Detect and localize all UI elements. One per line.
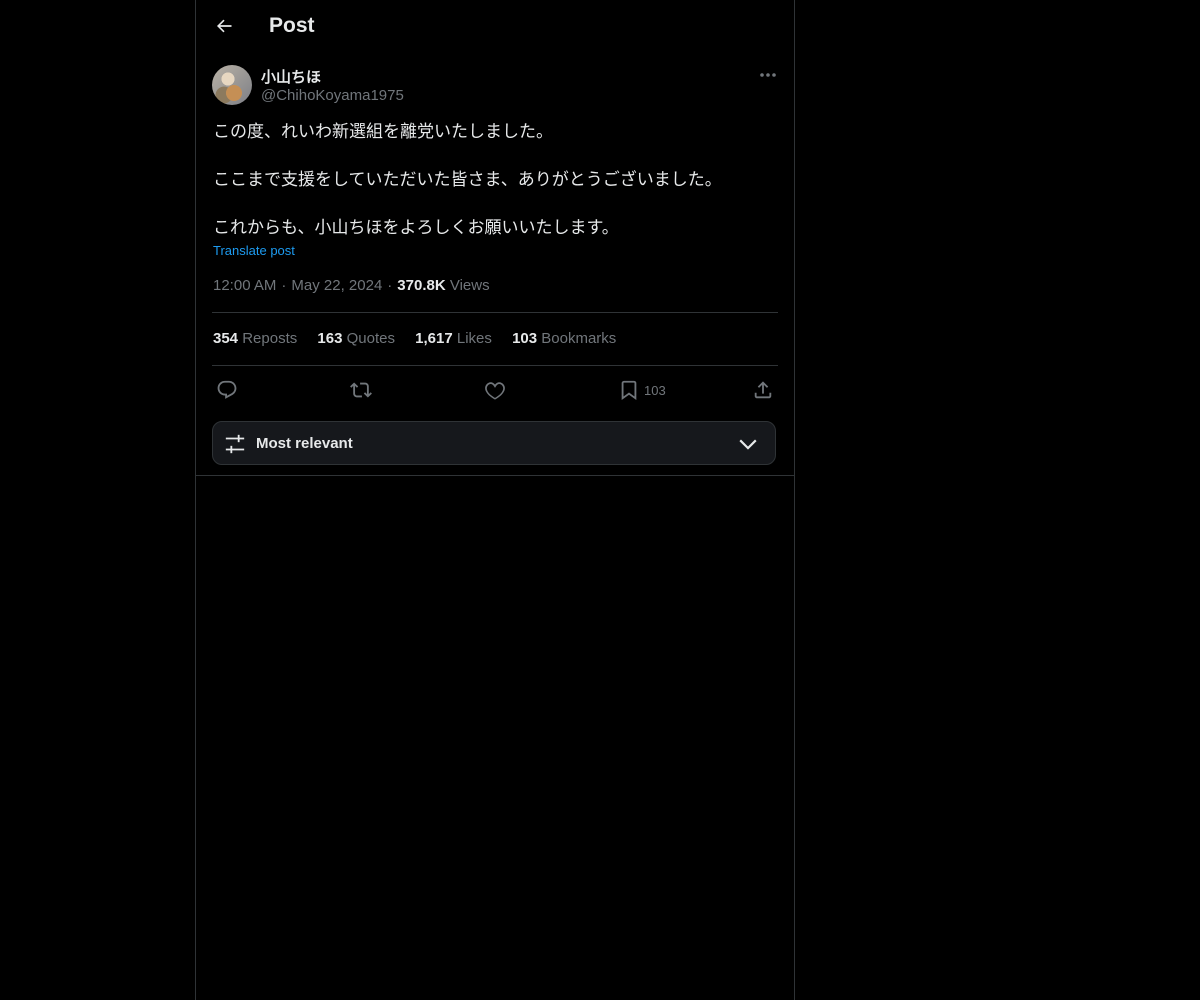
reposts-count: 354 (213, 330, 239, 347)
reposts-label: Reposts (242, 330, 298, 347)
views-label: Views (449, 277, 490, 294)
translate-post-link[interactable]: Translate post (213, 243, 295, 258)
more-options-button[interactable] (756, 64, 780, 86)
more-icon (760, 73, 776, 77)
sort-replies-dropdown[interactable]: Most relevant (212, 421, 776, 465)
bookmarks-count: 103 (512, 330, 538, 347)
author-display-name[interactable]: 小山ちほ (261, 66, 321, 87)
post-text: この度、れいわ新選組を離党いたしました。 ここまで支援をしていただいた皆さま、あ… (213, 120, 773, 264)
page-title: Post (269, 14, 315, 37)
quotes-label: Quotes (346, 330, 395, 347)
chevron-down-icon (739, 439, 757, 450)
likes-count: 1,617 (415, 330, 453, 347)
separator-dot: · (387, 277, 393, 294)
like-button[interactable] (484, 376, 506, 404)
post-meta: 12:00 AM · May 22, 2024 · 370.8K Views (213, 277, 490, 294)
likes-label: Likes (456, 330, 492, 347)
views-count: 370.8K (397, 277, 446, 294)
back-button[interactable] (206, 8, 242, 44)
bookmarks-stat[interactable]: 103 Bookmarks (512, 330, 616, 347)
divider (212, 312, 778, 313)
sort-label: Most relevant (256, 435, 353, 452)
reposts-stat[interactable]: 354 Reposts (213, 330, 297, 347)
post-column: Post 小山ちほ @ChihoKoyama1975 この度、れいわ新選組を離党… (195, 0, 795, 1000)
repost-button[interactable] (350, 376, 372, 404)
quotes-count: 163 (317, 330, 343, 347)
post-line: ここまで支援をしていただいた皆さま、ありがとうございました。 (213, 170, 722, 190)
post-header: Post (196, 0, 794, 54)
author-handle[interactable]: @ChihoKoyama1975 (261, 87, 404, 104)
reply-icon (217, 380, 237, 399)
post-line: これからも、小山ちほをよろしくお願いいたします。 (213, 218, 619, 238)
reply-button[interactable] (216, 376, 238, 404)
engagement-stats: 354 Reposts 163 Quotes 1,617 Likes 103 B… (213, 330, 632, 347)
post-time[interactable]: 12:00 AM (213, 277, 276, 294)
bookmark-count: 103 (644, 382, 666, 398)
share-icon (754, 381, 772, 399)
share-button[interactable] (752, 376, 774, 404)
separator-dot: · (281, 277, 287, 294)
divider (212, 365, 778, 366)
post-line: この度、れいわ新選組を離党いたしました。 (213, 122, 553, 142)
bookmark-icon (621, 380, 637, 401)
post-date[interactable]: May 22, 2024 (291, 277, 382, 294)
sliders-icon (225, 434, 245, 454)
arrow-left-icon (217, 19, 232, 33)
bookmarks-label: Bookmarks (541, 330, 617, 347)
repost-icon (350, 382, 372, 398)
section-divider (196, 475, 794, 476)
bookmark-button[interactable]: 103 (618, 376, 666, 404)
quotes-stat[interactable]: 163 Quotes (317, 330, 395, 347)
likes-stat[interactable]: 1,617 Likes (415, 330, 492, 347)
heart-icon (485, 382, 505, 400)
avatar[interactable] (212, 65, 252, 105)
